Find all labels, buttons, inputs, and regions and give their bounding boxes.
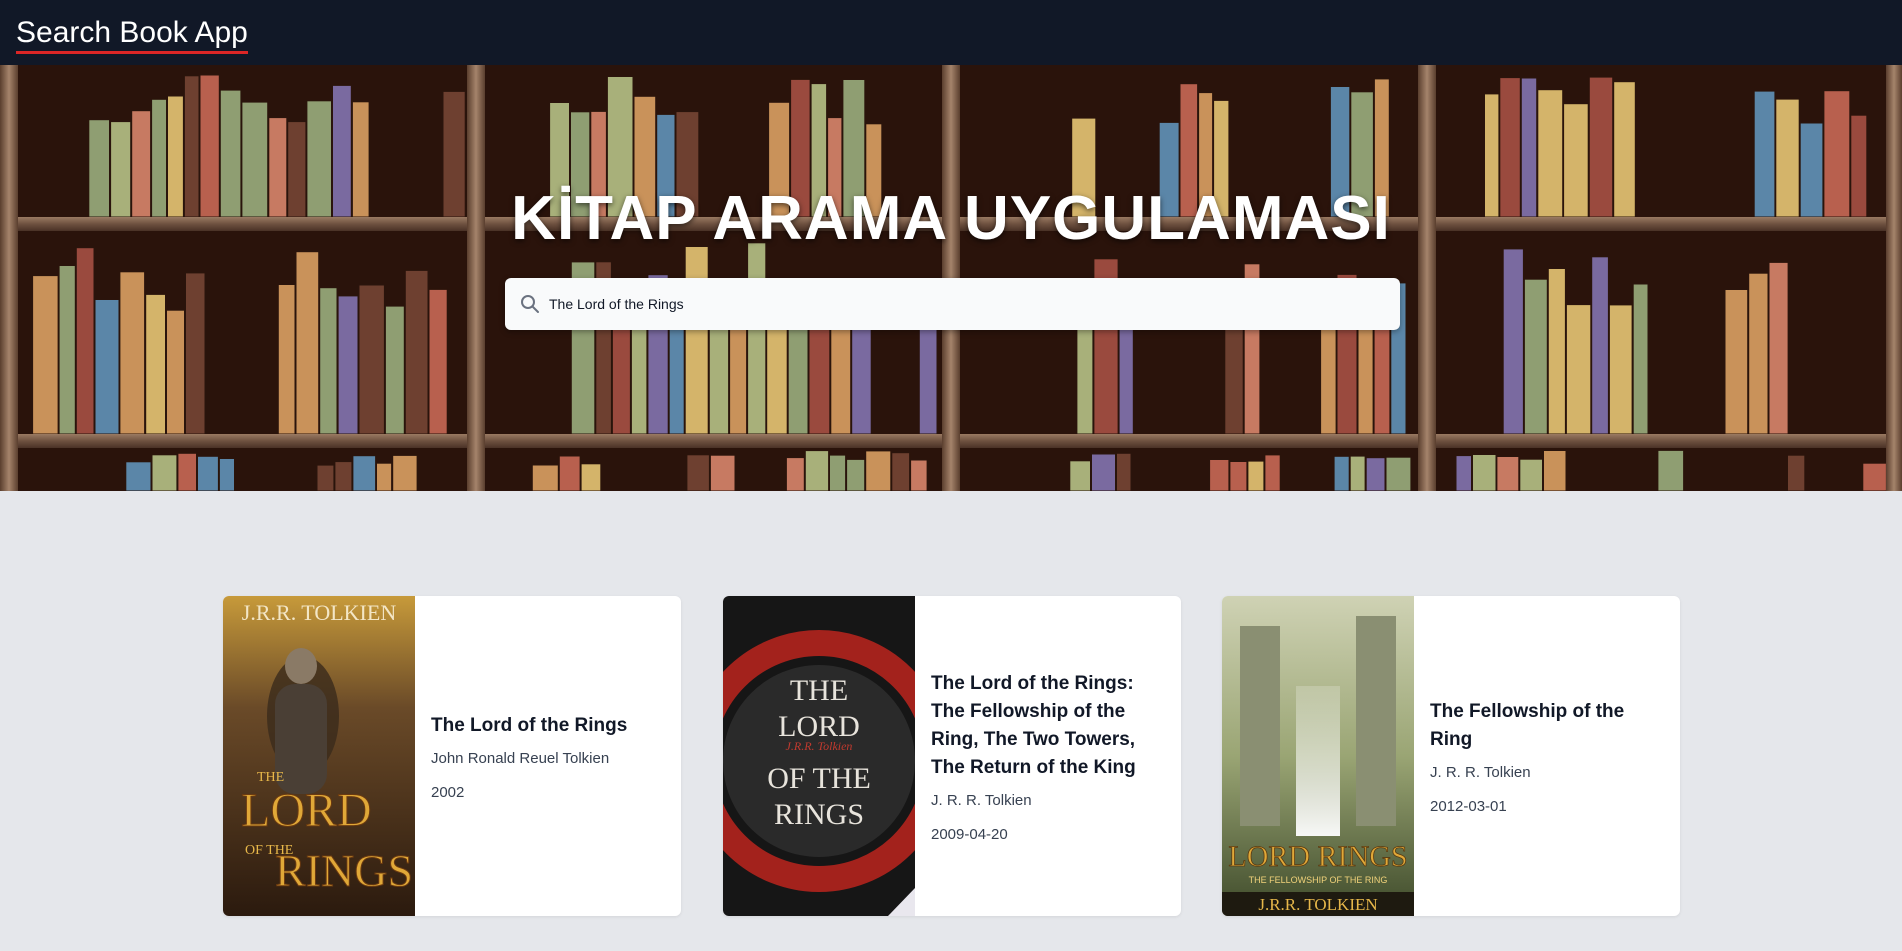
svg-text:THE: THE <box>790 674 848 707</box>
book-author: John Ronald Reuel Tolkien <box>431 749 610 767</box>
book-published-date: 2012-03-01 <box>1430 797 1507 815</box>
svg-text:J.R.R. TOLKIEN: J.R.R. TOLKIEN <box>242 600 397 625</box>
book-cover-image: THE LORD J.R.R. Tolkien OF THE RINGS <box>723 596 915 916</box>
book-card[interactable]: THE LORD J.R.R. Tolkien OF THE RINGS The… <box>723 596 1181 916</box>
book-info: The Fellowship of the Ring J. R. R. Tolk… <box>1414 596 1680 916</box>
svg-text:J.R.R. Tolkien: J.R.R. Tolkien <box>786 739 853 753</box>
book-title[interactable]: The Fellowship of the Ring <box>1430 698 1664 754</box>
search-icon <box>521 295 539 313</box>
top-navbar: Search Book App <box>0 0 1902 65</box>
search-bar[interactable] <box>505 278 1400 330</box>
hero-section: KİTAP ARAMA UYGULAMASI <box>0 65 1902 491</box>
book-card[interactable]: J.R.R. TOLKIEN THE LORD OF THE RINGS The… <box>223 596 681 916</box>
book-author: J. R. R. Tolkien <box>931 791 1032 809</box>
svg-text:THE: THE <box>257 770 284 785</box>
book-author: J. R. R. Tolkien <box>1430 763 1531 781</box>
book-cover-image: LORD RINGS THE FELLOWSHIP OF THE RING J.… <box>1222 596 1414 916</box>
hero-heading: KİTAP ARAMA UYGULAMASI <box>511 184 1391 253</box>
svg-text:OF THE: OF THE <box>767 762 871 795</box>
svg-text:LORD RINGS: LORD RINGS <box>1228 840 1407 873</box>
svg-text:RINGS: RINGS <box>275 845 413 896</box>
app-title-link[interactable]: Search Book App <box>16 15 248 54</box>
book-title[interactable]: The Lord of the Rings: The Fellowship of… <box>931 670 1165 782</box>
book-published-date: 2009-04-20 <box>931 825 1008 843</box>
svg-text:LORD: LORD <box>241 784 372 837</box>
svg-text:RINGS: RINGS <box>774 798 864 831</box>
book-info: The Lord of the Rings: The Fellowship of… <box>915 596 1181 916</box>
search-input[interactable] <box>543 278 1383 330</box>
svg-text:THE FELLOWSHIP OF THE RING: THE FELLOWSHIP OF THE RING <box>1249 875 1388 885</box>
book-info: The Lord of the Rings John Ronald Reuel … <box>415 596 681 916</box>
book-published-date: 2002 <box>431 783 465 801</box>
book-card[interactable]: LORD RINGS THE FELLOWSHIP OF THE RING J.… <box>1222 596 1680 916</box>
svg-text:J.R.R. TOLKIEN: J.R.R. TOLKIEN <box>1258 895 1377 914</box>
book-cover-image: J.R.R. TOLKIEN THE LORD OF THE RINGS <box>223 596 415 916</box>
book-title[interactable]: The Lord of the Rings <box>431 712 665 740</box>
